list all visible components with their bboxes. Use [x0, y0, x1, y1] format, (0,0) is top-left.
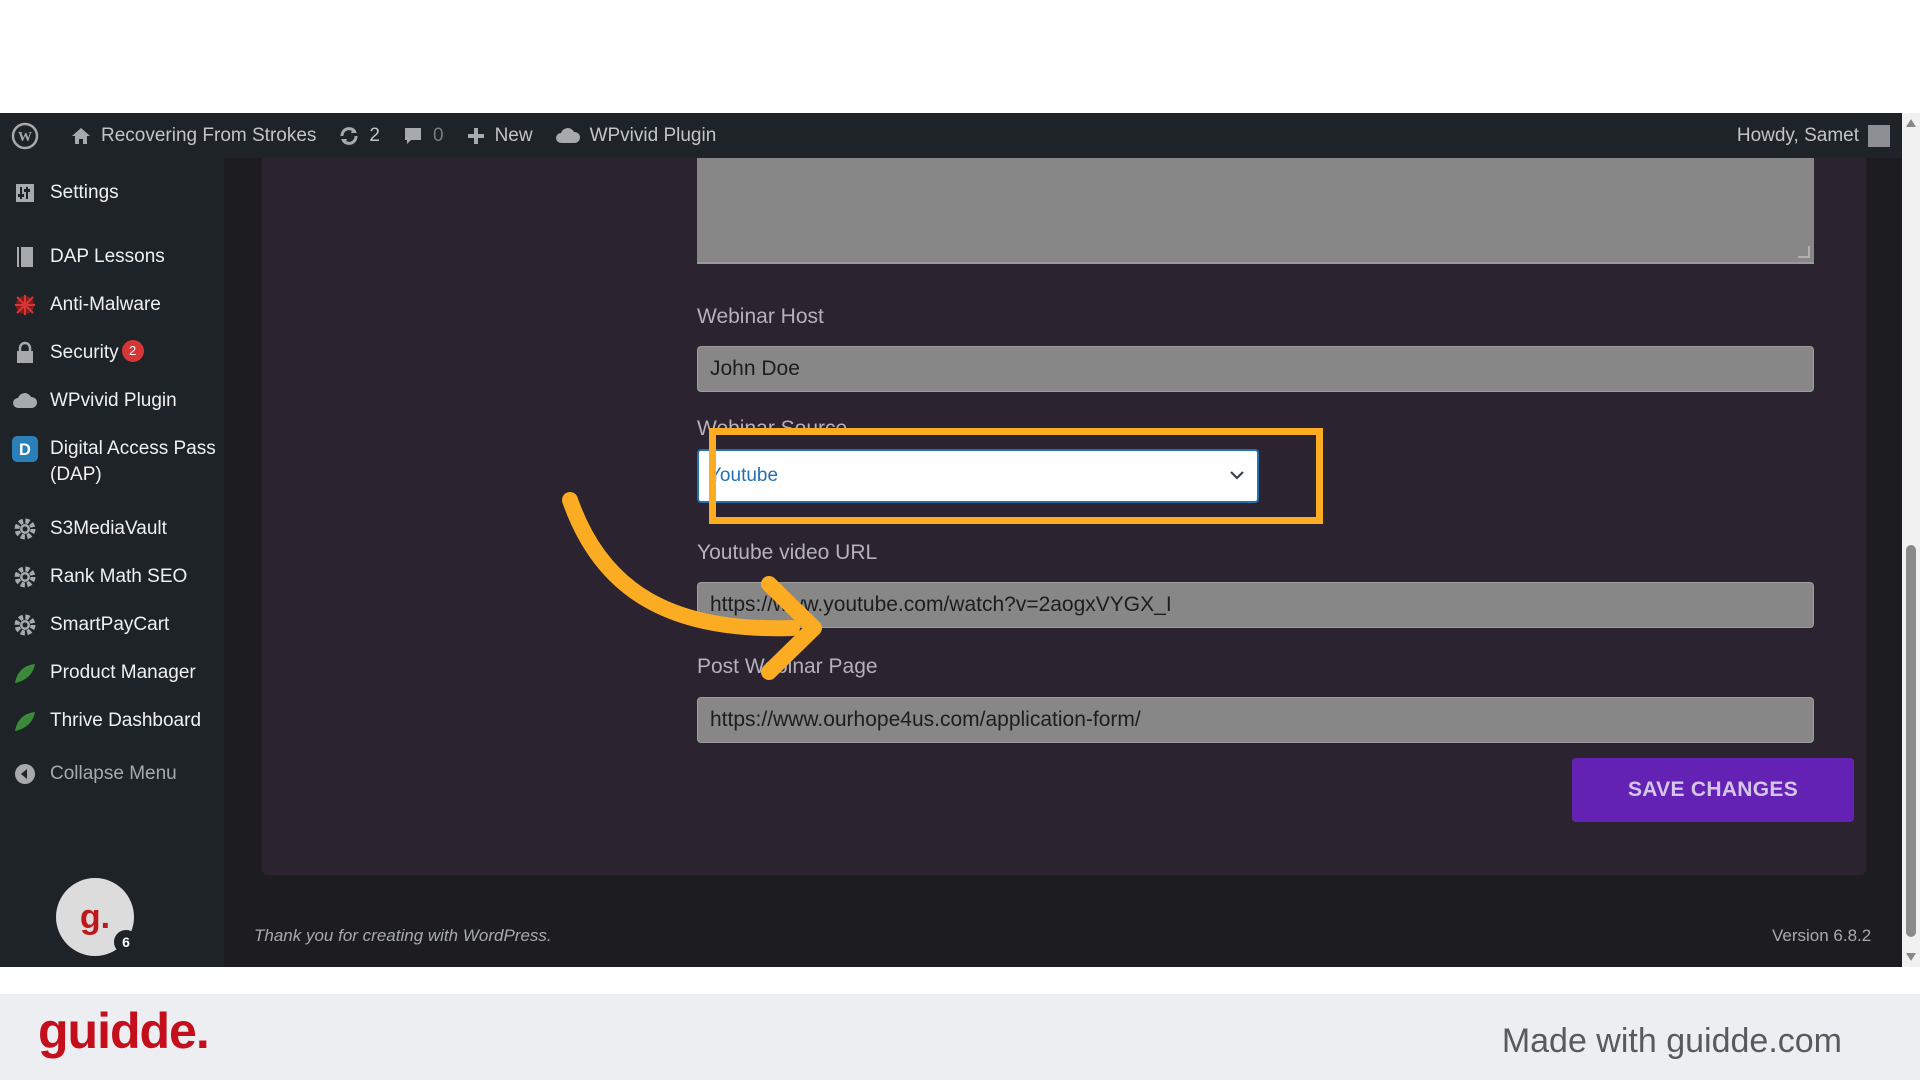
footer-thanks: Thank you for creating with WordPress.	[254, 926, 552, 945]
dap-icon: D	[12, 436, 38, 462]
sidebar-item-label: Security	[50, 342, 119, 363]
webinar-host-label: Webinar Host	[697, 305, 824, 328]
site-name: Recovering From Strokes	[101, 124, 317, 146]
sidebar-item-label: Anti-Malware	[50, 294, 161, 315]
sidebar-item-dap[interactable]: D Digital Access Pass (DAP)	[0, 436, 224, 488]
wordpress-icon: W	[11, 122, 39, 149]
description-textarea[interactable]	[697, 158, 1814, 264]
new-content-link[interactable]: New	[455, 113, 544, 158]
sidebar-item-settings[interactable]: Settings	[0, 180, 224, 206]
cloud-icon	[555, 127, 580, 143]
sidebar-item-rank-math[interactable]: Rank Math SEO	[0, 564, 224, 590]
scroll-down-icon[interactable]	[1906, 953, 1916, 961]
sidebar-item-thrive-dashboard[interactable]: Thrive Dashboard	[0, 708, 224, 734]
sidebar-item-label: Thrive Dashboard	[50, 710, 202, 731]
scroll-up-icon[interactable]	[1906, 119, 1916, 127]
wordpress-logo-button[interactable]: W	[0, 113, 59, 158]
home-icon	[72, 127, 90, 144]
sidebar-item-dap-lessons[interactable]: DAP Lessons	[0, 244, 224, 270]
main-content: Webinar Host John Doe Webinar Source You…	[224, 158, 1902, 967]
admin-bar: W Recovering From Strokes 2 0 New WPvivi…	[0, 113, 1902, 158]
updates-link[interactable]: 2	[327, 113, 391, 158]
howdy-user-link[interactable]: Howdy, Samet	[1737, 125, 1859, 147]
guidde-logo: guidde.	[38, 1003, 210, 1059]
sidebar-item-label: DAP Lessons	[50, 246, 165, 267]
svg-text:D: D	[19, 441, 31, 459]
leaf-icon	[12, 708, 38, 734]
sidebar-item-security[interactable]: Security 2	[0, 340, 224, 366]
sidebar-item-wpvivid[interactable]: WPvivid Plugin	[0, 388, 224, 414]
admin-sidebar: Settings DAP Lessons Anti-Malware Securi…	[0, 158, 224, 967]
grammarly-letter: g.	[79, 897, 111, 936]
lock-icon	[12, 340, 38, 366]
comment-icon	[404, 127, 421, 144]
grammarly-count: 6	[114, 930, 138, 954]
book-icon	[12, 244, 38, 270]
comments-link[interactable]: 0	[391, 113, 455, 158]
scrollbar-thumb[interactable]	[1906, 545, 1916, 937]
new-label: New	[494, 124, 533, 146]
resize-grip-icon[interactable]	[1798, 246, 1810, 258]
wpvivid-link[interactable]: WPvivid Plugin	[544, 113, 728, 158]
save-changes-button[interactable]: SAVE CHANGES	[1572, 758, 1854, 822]
wpvivid-label: WPvivid Plugin	[589, 124, 717, 146]
gear-icon	[12, 564, 38, 590]
leaf-icon	[12, 660, 38, 686]
sidebar-item-label: WPvivid Plugin	[50, 390, 177, 411]
webinar-settings-panel: Webinar Host John Doe Webinar Source You…	[262, 158, 1866, 875]
security-badge: 2	[121, 340, 144, 362]
shield-bug-icon	[12, 292, 38, 318]
updates-icon	[340, 126, 358, 145]
plus-icon	[467, 127, 484, 144]
collapse-icon	[12, 761, 38, 787]
updates-count: 2	[369, 124, 380, 146]
gear-icon	[12, 516, 38, 542]
sidebar-item-label-wrap: Digital Access Pass (DAP)	[50, 436, 216, 488]
grammarly-icon[interactable]: g. 6	[56, 878, 138, 956]
sidebar-item-s3mediavault[interactable]: S3MediaVault	[0, 516, 224, 542]
sidebar-item-label: Rank Math SEO	[50, 566, 188, 587]
sidebar-item-anti-malware[interactable]: Anti-Malware	[0, 292, 224, 318]
pointer-arrow-icon	[562, 492, 822, 680]
sidebar-item-label-sub: (DAP)	[50, 464, 102, 485]
settings-icon	[12, 180, 38, 206]
gear-icon	[12, 612, 38, 638]
sidebar-item-product-manager[interactable]: Product Manager	[0, 660, 224, 686]
sidebar-item-label: Digital Access Pass	[50, 438, 216, 459]
post-webinar-input[interactable]: https://www.ourhope4us.com/application-f…	[697, 697, 1814, 743]
guidde-footer-bar: guidde. Made with guidde.com	[0, 994, 1920, 1080]
svg-text:W: W	[18, 130, 32, 145]
youtube-url-input[interactable]: https://www.youtube.com/watch?v=2aogxVYG…	[697, 582, 1814, 628]
user-avatar[interactable]	[1868, 124, 1890, 147]
site-name-link[interactable]: Recovering From Strokes	[59, 113, 327, 158]
webinar-host-input[interactable]: John Doe	[697, 346, 1814, 392]
cloud-icon	[12, 388, 38, 414]
footer-version: Version 6.8.2	[1772, 926, 1872, 945]
page-scrollbar[interactable]	[1902, 113, 1920, 967]
sidebar-item-smartpaycart[interactable]: SmartPayCart	[0, 612, 224, 638]
comments-count: 0	[432, 124, 444, 146]
made-with-guidde: Made with guidde.com	[1501, 1022, 1842, 1060]
sidebar-item-label: S3MediaVault	[50, 518, 167, 539]
sidebar-item-label: Product Manager	[50, 662, 196, 683]
browser-frame: W Recovering From Strokes 2 0 New WPvivi…	[0, 113, 1920, 967]
sidebar-item-label: SmartPayCart	[50, 614, 170, 635]
collapse-label: Collapse Menu	[50, 763, 177, 784]
collapse-menu-button[interactable]: Collapse Menu	[0, 761, 224, 787]
sidebar-item-label: Settings	[50, 182, 119, 203]
